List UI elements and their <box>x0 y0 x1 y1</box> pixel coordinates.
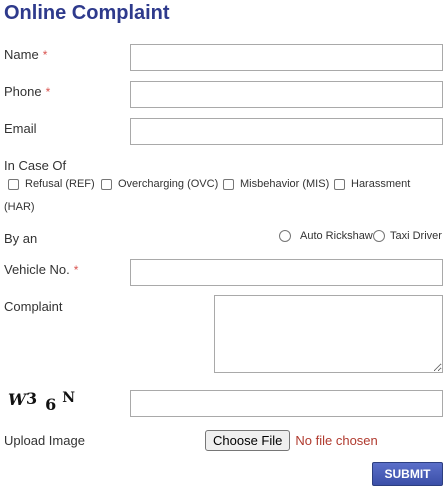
submit-button[interactable]: SUBMIT <box>372 462 443 486</box>
captcha-char: 6 <box>45 395 57 414</box>
required-marker: * <box>45 85 51 99</box>
required-marker: * <box>73 263 79 277</box>
vehicle-no-label-text: Vehicle No. <box>4 262 70 277</box>
name-label: Name * <box>4 47 47 62</box>
captcha-input[interactable] <box>130 390 443 417</box>
name-label-text: Name <box>4 47 39 62</box>
required-marker: * <box>42 48 48 62</box>
checkbox-harassment[interactable]: Harassment <box>334 178 410 190</box>
radio-auto-rickshaw-label: Auto Rickshaw <box>300 230 373 242</box>
vehicle-no-label: Vehicle No. * <box>4 262 78 277</box>
checkbox-box[interactable] <box>334 178 345 190</box>
by-an-label: By an <box>4 231 38 246</box>
in-case-of-label: In Case Of <box>4 158 67 173</box>
radio-taxi-driver-label: Taxi Driver <box>390 230 442 242</box>
file-upload: Choose File No file chosen <box>205 430 378 451</box>
checkbox-overcharging-label: Overcharging (OVC) <box>118 178 219 190</box>
email-input[interactable] <box>130 118 443 145</box>
phone-label: Phone * <box>4 84 50 99</box>
phone-input[interactable] <box>130 81 443 108</box>
checkbox-harassment-label: Harassment <box>351 178 411 190</box>
captcha-image: W3 6 N <box>8 389 76 414</box>
radio-taxi-driver[interactable]: Taxi Driver <box>373 230 442 242</box>
file-status: No file chosen <box>295 433 378 448</box>
radio-circle[interactable] <box>373 230 385 242</box>
email-label: Email <box>4 121 37 136</box>
complaint-textarea[interactable] <box>214 295 443 373</box>
vehicle-no-input[interactable] <box>130 259 443 286</box>
captcha-char: W <box>8 390 26 409</box>
harassment-abbrev: (HAR) <box>4 201 35 213</box>
complaint-label: Complaint <box>4 299 63 314</box>
checkbox-misbehavior[interactable]: Misbehavior (MIS) <box>223 178 329 190</box>
choose-file-button[interactable]: Choose File <box>205 430 291 451</box>
radio-circle[interactable] <box>279 230 291 242</box>
checkbox-overcharging[interactable]: Overcharging (OVC) <box>101 178 218 190</box>
checkbox-box[interactable] <box>101 178 112 190</box>
checkbox-refusal-label: Refusal (REF) <box>25 178 95 190</box>
checkbox-box[interactable] <box>223 178 234 190</box>
captcha-char: N <box>62 390 76 406</box>
checkbox-box[interactable] <box>8 178 19 190</box>
upload-image-label: Upload Image <box>4 433 85 448</box>
name-input[interactable] <box>130 44 443 71</box>
page-title: Online Complaint <box>4 2 170 24</box>
phone-label-text: Phone <box>4 84 42 99</box>
radio-auto-rickshaw[interactable]: Auto Rickshaw <box>279 230 373 242</box>
captcha-char: 3 <box>25 389 38 408</box>
checkbox-refusal[interactable]: Refusal (REF) <box>8 178 95 190</box>
checkbox-misbehavior-label: Misbehavior (MIS) <box>240 178 330 190</box>
